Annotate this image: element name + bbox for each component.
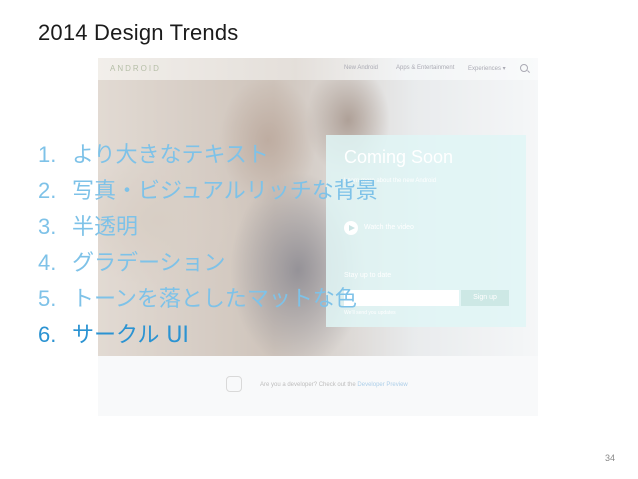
trend-text: トーンを落としたマットな色 xyxy=(72,287,357,312)
nav-item-new-android: New Android xyxy=(344,65,379,71)
trend-item-5: 5. トーンを落としたマットな色 xyxy=(38,284,378,320)
trend-text: 写真・ビジュアルリッチな背景 xyxy=(72,179,378,204)
sign-up-button: Sign up xyxy=(461,290,509,306)
trend-item-6: 6. サークル UI xyxy=(38,320,378,356)
search-icon xyxy=(520,64,528,72)
page-number: 34 xyxy=(605,453,616,463)
nav-item-apps: Apps & Entertainment xyxy=(396,65,455,71)
background-nav-bar: ANDROID New Android Apps & Entertainment… xyxy=(98,64,538,78)
trend-number: 4. xyxy=(38,250,57,275)
trend-text: グラデーション xyxy=(72,251,226,276)
footer-text: Are you a developer? Check out the Devel… xyxy=(260,382,408,388)
trend-number: 3. xyxy=(38,214,57,239)
nav-item-experiences: Experiences ▾ xyxy=(468,66,506,72)
developer-icon xyxy=(226,376,242,392)
trend-text: サークル UI xyxy=(72,323,189,348)
trend-number: 6. xyxy=(38,322,57,347)
trend-text: 半透明 xyxy=(72,215,139,240)
footer-text-main: Are you a developer? Check out the xyxy=(260,382,356,388)
trend-item-1: 1. より大きなテキスト xyxy=(38,140,378,176)
trend-list: 1. より大きなテキスト 2. 写真・ビジュアルリッチな背景 3. 半透明 4. グラデ… xyxy=(38,140,378,356)
developer-preview-link: Developer Preview xyxy=(357,382,408,388)
trend-number: 5. xyxy=(38,286,57,311)
trend-number: 2. xyxy=(38,178,57,203)
trend-number: 1. xyxy=(38,142,57,167)
trend-item-3: 3. 半透明 xyxy=(38,212,378,248)
trend-item-2: 2. 写真・ビジュアルリッチな背景 xyxy=(38,176,378,212)
trend-item-4: 4. グラデーション xyxy=(38,248,378,284)
slide-title: 2014 Design Trends xyxy=(38,20,239,45)
trend-text: より大きなテキスト xyxy=(72,143,269,168)
android-logo: ANDROID xyxy=(110,64,161,73)
